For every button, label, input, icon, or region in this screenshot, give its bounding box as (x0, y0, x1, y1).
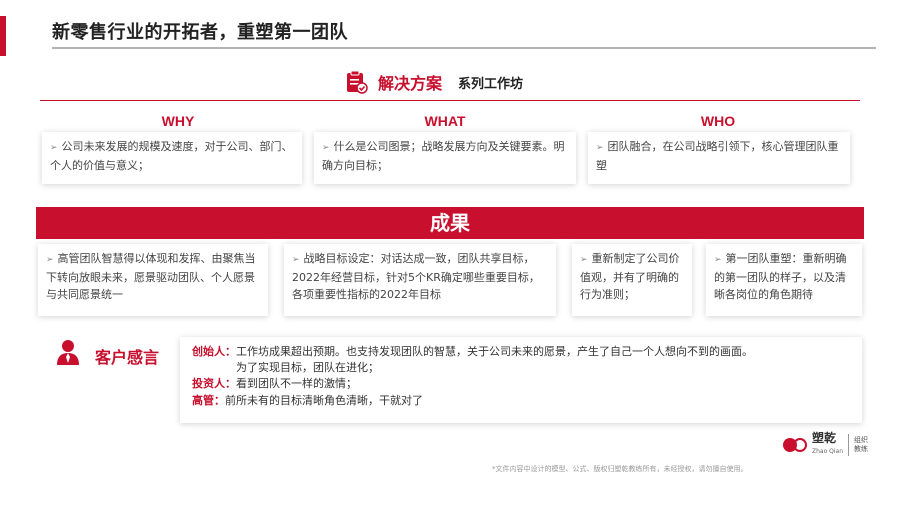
bullet-icon: ➢ (46, 255, 54, 265)
quote-text: 前所未有的目标清晰角色清晰，干就对了 (225, 394, 423, 407)
result-card: ➢ 战略目标设定：对话达成一致，团队共享目标，2022年经营目标，针对5个KR确定… (284, 244, 556, 316)
why-text: 公司未来发展的规模及速度，对于公司、部门、个人的价值与意义； (50, 140, 293, 172)
quote-row: 投资人：看到团队不一样的激情； (192, 375, 357, 392)
result-text: 高管团队智慧得以体现和发挥、由聚焦当下转向放眼未来，愿景驱动团队、个人愿景与共同… (46, 252, 256, 301)
what-text: 什么是公司图景；战略发展方向及关键要素。明确方向目标； (322, 140, 565, 172)
who-text: 团队融合，在公司战略引领下，核心管理团队重塑 (596, 140, 839, 172)
solution-label: 解决方案 (378, 74, 443, 93)
quote-text: 为了实现目标，团队在进化； (236, 361, 379, 374)
bullet-icon: ➢ (322, 143, 330, 153)
solution-subtitle: 系列工作坊 (458, 76, 524, 92)
page-title: 新零售行业的开拓者，重塑第一团队 (52, 22, 348, 43)
quote-row: 高管：前所未有的目标清晰角色清晰，干就对了 (192, 392, 423, 409)
quote-row: 为了实现目标，团队在进化； (236, 359, 379, 376)
bullet-icon: ➢ (292, 255, 300, 265)
logo-en-text: Zhao Qian (812, 448, 844, 455)
brand-logo: 塑乾 Zhao Qian 组织 教练 (782, 432, 868, 458)
accent-bar (0, 16, 6, 56)
person-icon (56, 338, 80, 366)
clipboard-check-icon (346, 70, 368, 94)
what-card: ➢ 什么是公司图景；战略发展方向及关键要素。明确方向目标； (314, 132, 576, 184)
logo-name: 塑乾 Zhao Qian (812, 432, 843, 458)
who-heading: WHO (700, 113, 736, 129)
result-card: ➢ 高管团队智慧得以体现和发挥、由聚焦当下转向放眼未来，愿景驱动团队、个人愿景与共… (38, 244, 268, 316)
result-text: 战略目标设定：对话达成一致，团队共享目标，2022年经营目标，针对5个KR确定哪… (292, 252, 540, 301)
result-text: 第一团队重塑：重新明确的第一团队的样子，以及清晰各岗位的角色期待 (714, 252, 847, 301)
feedback-label: 客户感言 (95, 348, 160, 367)
logo-tagline: 组织 教练 (854, 436, 868, 454)
solution-header: 解决方案 系列工作坊 (346, 68, 523, 96)
feedback-box: 创始人：工作坊成果超出预期。也支持发现团队的智慧，关于公司未来的愿景，产生了自己… (180, 337, 862, 423)
logo-divider (848, 434, 850, 456)
quote-row: 创始人：工作坊成果超出预期。也支持发现团队的智慧，关于公司未来的愿景，产生了自己… (192, 343, 753, 360)
logo-tag-2: 教练 (854, 445, 869, 453)
logo-mark-icon (782, 436, 808, 454)
quote-role: 创始人： (192, 345, 236, 358)
copyright-note: *文件内容中设计的模型、公式、版权归塑乾教练所有，未经授权，请勿擅自使用。 (492, 465, 748, 473)
bullet-icon: ➢ (580, 255, 588, 265)
quote-role: 投资人： (192, 377, 236, 390)
what-heading: WHAT (424, 113, 466, 129)
title-divider (52, 47, 876, 49)
result-card: ➢ 重新制定了公司价值观，并有了明确的行为准则； (572, 244, 692, 316)
bullet-icon: ➢ (714, 255, 722, 265)
result-card: ➢ 第一团队重塑：重新明确的第一团队的样子，以及清晰各岗位的角色期待 (706, 244, 862, 316)
why-card: ➢ 公司未来发展的规模及速度，对于公司、部门、个人的价值与意义； (42, 132, 302, 184)
bullet-icon: ➢ (50, 143, 58, 153)
result-text: 重新制定了公司价值观，并有了明确的行为准则； (580, 252, 680, 301)
results-banner: 成果 (36, 207, 864, 239)
who-card: ➢ 团队融合，在公司战略引领下，核心管理团队重塑 (588, 132, 850, 184)
quote-text: 看到团队不一样的激情； (236, 377, 357, 390)
logo-tag-1: 组织 (854, 436, 869, 444)
quote-text: 工作坊成果超出预期。也支持发现团队的智慧，关于公司未来的愿景，产生了自己一个人想… (236, 345, 753, 358)
bullet-icon: ➢ (596, 143, 604, 153)
quote-role: 高管： (192, 394, 225, 407)
logo-name-text: 塑乾 (812, 431, 837, 445)
solution-divider (40, 100, 860, 101)
why-heading: WHY (161, 113, 195, 129)
